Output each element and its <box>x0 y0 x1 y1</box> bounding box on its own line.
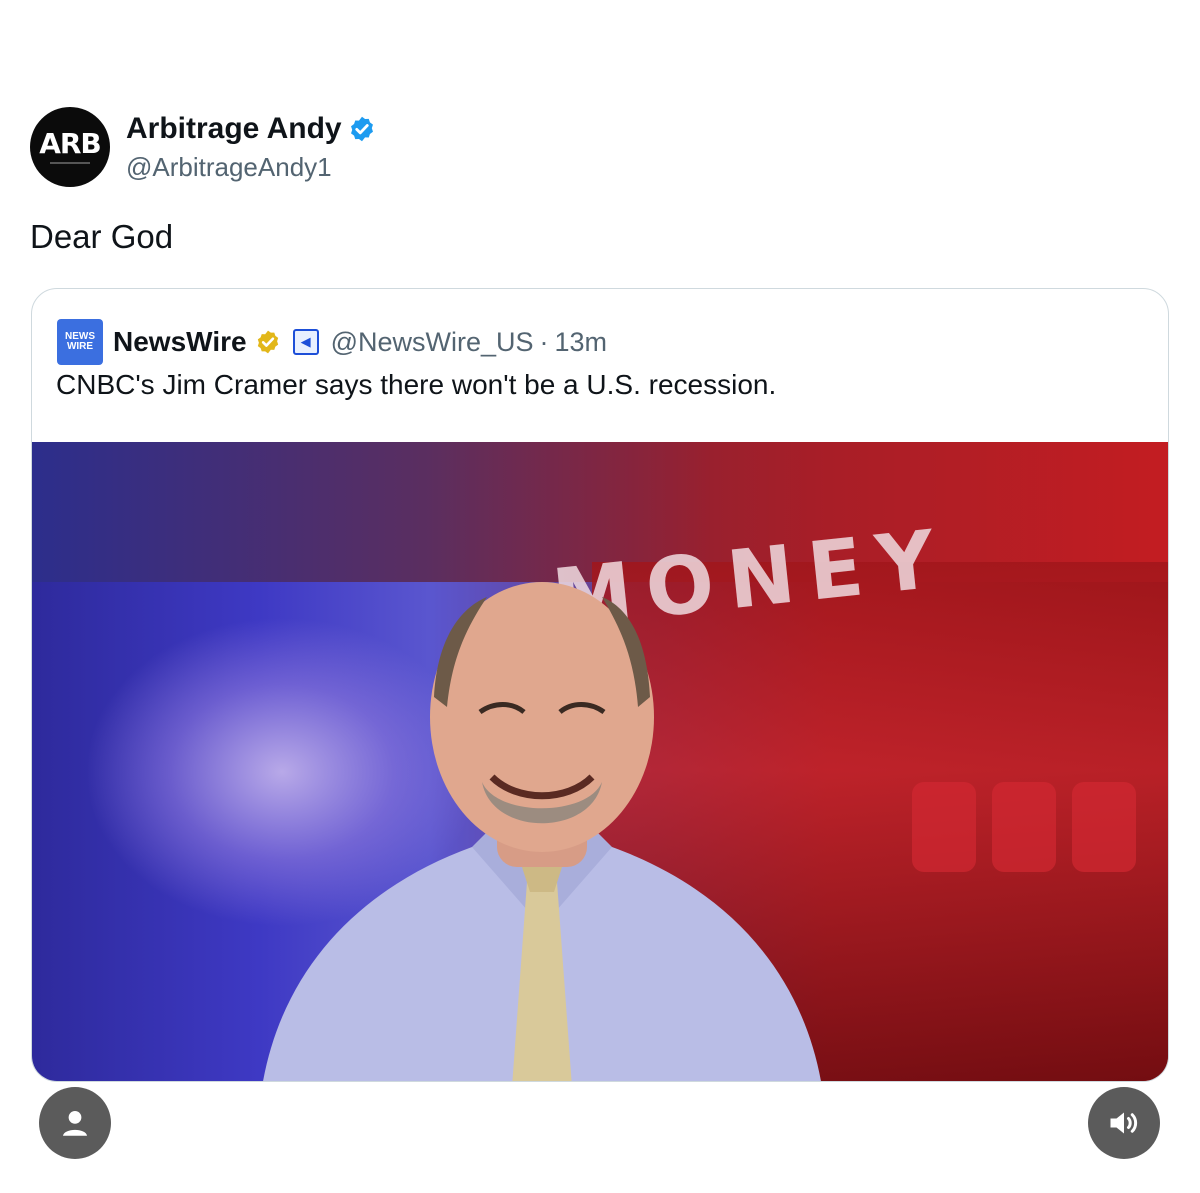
photo-backdrop-panel <box>912 782 976 872</box>
quoted-tweet-text: CNBC's Jim Cramer says there won't be a … <box>56 369 777 400</box>
tweet-text: Dear God <box>30 218 174 255</box>
author-name-block: Arbitrage Andy @ArbitrageAndy1 <box>126 112 376 183</box>
tweet-header: ARB Arbitrage Andy @ArbitrageAndy1 <box>30 105 376 189</box>
person-icon <box>62 1110 88 1136</box>
photo-backdrop-panel <box>1072 782 1136 872</box>
tagged-people-button[interactable] <box>39 1087 111 1159</box>
quoted-author-avatar[interactable]: NEWS WIRE <box>57 319 103 365</box>
quoted-author-handle[interactable]: @NewsWire_US <box>331 327 534 358</box>
quoted-author-name[interactable]: NewsWire <box>113 326 247 358</box>
audio-toggle-button[interactable] <box>1088 1087 1160 1159</box>
author-display-name[interactable]: Arbitrage Andy <box>126 112 342 146</box>
timestamp-separator: · <box>539 326 549 357</box>
quoted-avatar-text-bottom: WIRE <box>66 341 94 352</box>
author-avatar[interactable]: ARB <box>30 107 110 187</box>
author-name-row: Arbitrage Andy <box>126 112 376 146</box>
photo-backdrop-panel <box>992 782 1056 872</box>
author-handle[interactable]: @ArbitrageAndy1 <box>126 152 376 183</box>
affiliate-badge-icon: ◀ <box>292 329 319 355</box>
quoted-tweet-card[interactable]: NEWS WIRE NewsWire ◀ @NewsWire_US · 13m … <box>31 288 1169 1082</box>
quoted-timestamp[interactable]: 13m <box>555 327 608 358</box>
quoted-tweet-photo[interactable]: MONEY <box>32 442 1168 1081</box>
gold-verified-badge-icon <box>257 330 278 354</box>
avatar-monogram: ARB <box>39 127 102 160</box>
verified-badge-icon <box>350 116 373 141</box>
quoted-tweet-header: NEWS WIRE NewsWire ◀ @NewsWire_US · 13m <box>57 319 607 365</box>
speaker-icon <box>1110 1112 1138 1134</box>
photo-person-figure <box>263 582 821 1081</box>
avatar-subline <box>50 162 90 164</box>
